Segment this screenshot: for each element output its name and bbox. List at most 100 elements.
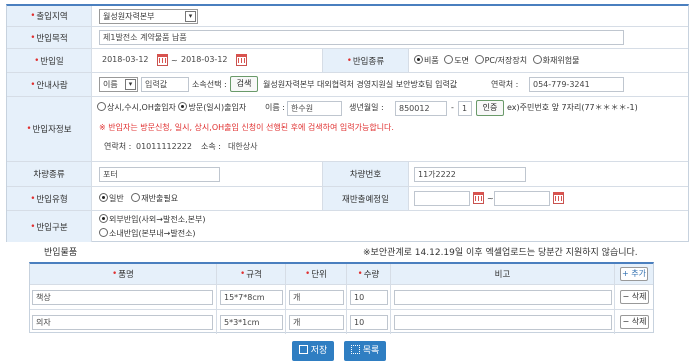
person-org-input[interactable]: 대한상사 xyxy=(225,140,328,155)
person-label: • 반입자정보 xyxy=(7,97,92,161)
list-icon xyxy=(350,345,360,354)
person-birth-sep: - xyxy=(451,103,454,112)
vehicle-plate-label: 차량번호 xyxy=(322,162,409,186)
intype-options: 일반 재반출필요 xyxy=(99,193,178,205)
intype-label: • 반입유형 xyxy=(7,187,92,210)
header-note: 비고 xyxy=(391,264,615,284)
item-qty-input[interactable]: 10 xyxy=(350,315,388,330)
kind-option-1[interactable]: 도면 xyxy=(444,55,469,65)
header-unit: • 단위 xyxy=(286,264,347,284)
reexport-from-input[interactable] xyxy=(414,191,470,206)
radio-icon xyxy=(178,102,188,111)
radio-icon xyxy=(99,228,108,237)
vehicle-plate-input[interactable]: 11가2222 xyxy=(414,167,526,182)
radio-icon xyxy=(532,55,542,64)
delete-row-button[interactable]: − 삭제 xyxy=(620,290,649,304)
table-row: 의자 5*3*1cm 개 10 − 삭제 xyxy=(30,309,653,334)
person-contact-label: 연락처 : xyxy=(104,142,132,151)
guide-dept-label: 소속선택 : xyxy=(192,80,227,89)
guide-type-select[interactable]: 이름 ▾ xyxy=(99,77,138,92)
item-name-input[interactable]: 책상 xyxy=(32,290,213,305)
kind-option-2[interactable]: PC/저장장치 xyxy=(474,55,527,65)
kind-option-3[interactable]: 화재위험물 xyxy=(532,55,579,65)
calendar-icon[interactable] xyxy=(473,192,484,204)
add-row-button[interactable]: + 추가 xyxy=(620,267,648,281)
item-note-input[interactable] xyxy=(394,290,612,305)
kind-label: • 반입종류 xyxy=(322,49,409,72)
calendar-icon[interactable] xyxy=(236,54,247,66)
date-separator: ~ xyxy=(171,56,178,65)
row-category: • 반입구분 외부반입(사외→발전소,본부) 소내반입(본부내→발전소) xyxy=(7,211,688,242)
radio-icon xyxy=(99,214,108,223)
calendar-icon[interactable] xyxy=(553,192,564,204)
destination-select[interactable]: 월성원자력본부 ▾ xyxy=(99,9,198,24)
table-row: 책상 15*7*8cm 개 10 − 삭제 xyxy=(30,284,653,309)
date-to-input[interactable]: 2018-03-12 xyxy=(178,53,235,68)
chevron-down-icon: ▾ xyxy=(185,11,196,22)
person-notice-text: ※ 반입자는 방문신청, 일시, 상시,OH출입 신청이 선행된 후에 검색하여… xyxy=(99,123,394,132)
person-contact-input[interactable]: 01011112222 xyxy=(133,140,195,155)
header-action: + 추가 xyxy=(615,264,653,284)
category-label: • 반입구분 xyxy=(7,211,92,242)
item-name-input[interactable]: 의자 xyxy=(32,315,213,330)
purpose-input[interactable]: 제1발전소 계약물품 납품 xyxy=(99,30,624,45)
person-birth-input[interactable]: 850012 xyxy=(395,101,447,116)
person-name-input[interactable]: 한수원 xyxy=(287,101,342,116)
radio-icon xyxy=(414,55,423,64)
guide-label: • 안내사람 xyxy=(7,73,92,96)
kind-options: 비품 도면 PC/저장장치 화재위험물 xyxy=(414,55,579,67)
list-button[interactable]: 목록 xyxy=(344,341,386,361)
person-org-label: 소속 : xyxy=(201,142,221,151)
vehicle-label: 차량종류 xyxy=(7,162,92,186)
person-name-label: 이름 : xyxy=(265,103,285,112)
radio-icon xyxy=(99,193,108,202)
reexport-label: 재반출예정일 xyxy=(322,187,409,210)
row-intype: • 반입유형 일반 재반출필요 재반출예정일 ~ xyxy=(7,187,688,211)
items-table: • 품명 • 규격 • 단위 • 수량 비고 + 추가 책상 15*7*8cm 개 10… xyxy=(29,262,654,334)
destination-label: • 출입지역 xyxy=(7,6,92,26)
row-person: • 반입자정보 상시,수시,OH출입자 방문(일시)출입자 이름 : 한수원 생년… xyxy=(7,97,688,162)
reexport-to-input[interactable] xyxy=(494,191,550,206)
category-option-1[interactable]: 소내반입(본부내→발전소) xyxy=(99,228,196,240)
item-spec-input[interactable]: 15*7*8cm xyxy=(220,290,283,305)
category-option-0[interactable]: 외부반입(사외→발전소,본부) xyxy=(99,214,205,226)
person-birth-suffix-input[interactable]: 1 xyxy=(458,101,472,116)
date-from-input[interactable]: 2018-03-12 xyxy=(99,53,156,68)
radio-icon xyxy=(444,55,454,64)
radio-icon xyxy=(474,55,484,64)
item-unit-input[interactable]: 개 xyxy=(289,315,344,330)
item-unit-input[interactable]: 개 xyxy=(289,290,344,305)
person-birth-label: 생년월일 : xyxy=(349,103,384,112)
person-type-option-1[interactable]: 방문(일시)출입자 xyxy=(178,102,246,112)
row-guide: • 안내사람 이름 ▾ 입력값 소속선택 : 검색 월성원자력본부 대외협력처 경… xyxy=(7,73,688,97)
chevron-down-icon: ▾ xyxy=(125,79,136,90)
person-example-text: ex)주민번호 앞 7자리(77＊＊＊＊-1) xyxy=(507,103,638,112)
item-qty-input[interactable]: 10 xyxy=(350,290,388,305)
person-type-options: 상시,수시,OH출입자 방문(일시)출입자 xyxy=(97,102,246,114)
reexport-separator: ~ xyxy=(487,194,494,203)
delete-row-button[interactable]: − 삭제 xyxy=(620,315,649,329)
save-button[interactable]: 저장 xyxy=(292,341,334,361)
guide-search-button[interactable]: 검색 xyxy=(230,76,258,92)
guide-contact-input[interactable]: 054-779-3241 xyxy=(529,77,624,92)
intype-option-0[interactable]: 일반 xyxy=(99,193,124,203)
header-spec: • 규격 xyxy=(217,264,286,284)
vehicle-type-input[interactable]: 포터 xyxy=(99,167,220,182)
purpose-label: • 반입목적 xyxy=(7,27,92,48)
date-label: • 반입일 xyxy=(7,49,92,72)
person-type-option-0[interactable]: 상시,수시,OH출입자 xyxy=(97,102,176,112)
radio-icon xyxy=(97,102,106,111)
intype-option-1[interactable]: 재반출필요 xyxy=(131,193,178,203)
row-date: • 반입일 2018-03-12 ~ 2018-03-12 • 반입종류 비품 도면… xyxy=(7,49,688,73)
item-note-input[interactable] xyxy=(394,315,612,330)
guide-name-input[interactable]: 입력값 xyxy=(141,77,189,92)
header-qty: • 수량 xyxy=(347,264,391,284)
item-spec-input[interactable]: 5*3*1cm xyxy=(220,315,283,330)
items-title: 반입물품 xyxy=(44,248,78,258)
person-verify-button[interactable]: 인증 xyxy=(476,100,504,116)
kind-option-0[interactable]: 비품 xyxy=(414,55,439,65)
row-destination: • 출입지역 월성원자력본부 ▾ xyxy=(7,6,688,27)
calendar-icon[interactable] xyxy=(157,54,168,66)
import-form: • 출입지역 월성원자력본부 ▾ • 반입목적 제1발전소 계약물품 납품 • 반입일… xyxy=(6,4,689,242)
header-name: • 품명 xyxy=(30,264,217,284)
